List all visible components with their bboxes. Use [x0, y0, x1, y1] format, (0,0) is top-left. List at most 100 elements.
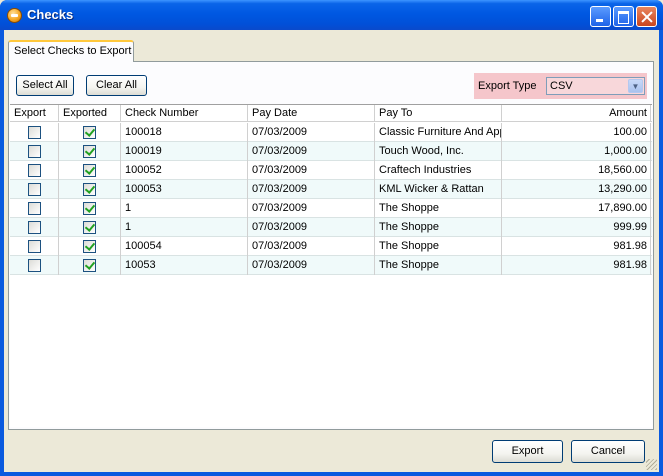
exported-cell — [59, 256, 121, 275]
table-row[interactable]: 1 07/03/2009 The Shoppe 17,890.00 — [10, 199, 652, 218]
check-number-cell[interactable]: 1 — [121, 199, 248, 218]
minimize-button[interactable] — [590, 6, 611, 27]
pay-to-cell[interactable]: The Shoppe — [375, 218, 502, 237]
pay-to-cell[interactable]: The Shoppe — [375, 199, 502, 218]
exported-checkbox[interactable] — [83, 259, 96, 272]
table-row[interactable]: 100053 07/03/2009 KML Wicker & Rattan 13,29… — [10, 180, 652, 199]
export-cell — [10, 180, 59, 199]
title-bar[interactable]: Checks — [0, 0, 663, 30]
exported-cell — [59, 123, 121, 142]
pay-date-cell[interactable]: 07/03/2009 — [248, 180, 375, 199]
amount-cell[interactable]: 999.99 — [502, 218, 651, 237]
checks-grid: Export Exported Check Number Pay Date Pa… — [10, 104, 652, 427]
pay-to-cell[interactable]: Touch Wood, Inc. — [375, 142, 502, 161]
grid-header: Export Exported Check Number Pay Date Pa… — [10, 105, 652, 122]
check-number-cell[interactable]: 100054 — [121, 237, 248, 256]
table-row[interactable]: 1 07/03/2009 The Shoppe 999.99 — [10, 218, 652, 237]
table-row[interactable]: 10053 07/03/2009 The Shoppe 981.98 — [10, 256, 652, 275]
pay-to-cell[interactable]: The Shoppe — [375, 237, 502, 256]
maximize-button[interactable] — [613, 6, 634, 27]
pay-date-cell[interactable]: 07/03/2009 — [248, 142, 375, 161]
exported-checkbox[interactable] — [83, 221, 96, 234]
check-number-cell[interactable]: 100019 — [121, 142, 248, 161]
pay-date-cell[interactable]: 07/03/2009 — [248, 123, 375, 142]
dialog-body: Select Checks to Export Select All Clear… — [4, 30, 659, 472]
table-row[interactable]: 100018 07/03/2009 Classic Furniture And Ap… — [10, 123, 652, 142]
export-cell — [10, 199, 59, 218]
export-checkbox[interactable] — [28, 164, 41, 177]
exported-checkbox[interactable] — [83, 240, 96, 253]
exported-cell — [59, 218, 121, 237]
export-type-select[interactable]: CSV ▼ — [546, 77, 645, 95]
check-number-cell[interactable]: 100052 — [121, 161, 248, 180]
pay-date-cell[interactable]: 07/03/2009 — [248, 218, 375, 237]
export-cell — [10, 123, 59, 142]
export-cell — [10, 142, 59, 161]
check-number-cell[interactable]: 100053 — [121, 180, 248, 199]
exported-checkbox[interactable] — [83, 202, 96, 215]
pay-to-cell[interactable]: KML Wicker & Rattan — [375, 180, 502, 199]
exported-cell — [59, 237, 121, 256]
export-type-group: Export Type CSV ▼ — [474, 73, 647, 99]
exported-cell — [59, 199, 121, 218]
check-number-cell[interactable]: 10053 — [121, 256, 248, 275]
pay-to-cell[interactable]: Craftech Industries — [375, 161, 502, 180]
amount-cell[interactable]: 981.98 — [502, 256, 651, 275]
export-checkbox[interactable] — [28, 240, 41, 253]
pay-to-cell[interactable]: The Shoppe — [375, 256, 502, 275]
amount-cell[interactable]: 17,890.00 — [502, 199, 651, 218]
exported-cell — [59, 161, 121, 180]
table-row[interactable]: 100052 07/03/2009 Craftech Industries 18,56… — [10, 161, 652, 180]
export-checkbox[interactable] — [28, 126, 41, 139]
export-checkbox[interactable] — [28, 202, 41, 215]
export-checkbox[interactable] — [28, 221, 41, 234]
export-checkbox[interactable] — [28, 145, 41, 158]
table-row[interactable]: 100019 07/03/2009 Touch Wood, Inc. 1,000.00 — [10, 142, 652, 161]
close-button[interactable] — [636, 6, 657, 27]
tab-select-checks[interactable]: Select Checks to Export — [8, 40, 134, 62]
column-header-pay-date[interactable]: Pay Date — [248, 105, 375, 122]
amount-cell[interactable]: 1,000.00 — [502, 142, 651, 161]
export-type-label: Export Type — [478, 80, 537, 92]
amount-cell[interactable]: 18,560.00 — [502, 161, 651, 180]
exported-checkbox[interactable] — [83, 126, 96, 139]
checks-window: Checks Select Checks to Export Select Al… — [0, 0, 663, 476]
tab-panel: Select All Clear All Export Type CSV ▼ E… — [8, 61, 654, 430]
tab-label: Select Checks to Export — [14, 45, 132, 57]
amount-cell[interactable]: 100.00 — [502, 123, 651, 142]
clear-all-button[interactable]: Clear All — [86, 75, 147, 96]
app-icon — [7, 8, 22, 23]
resize-grip[interactable] — [646, 459, 657, 470]
check-number-cell[interactable]: 100018 — [121, 123, 248, 142]
column-header-check-number[interactable]: Check Number — [121, 105, 248, 122]
pay-date-cell[interactable]: 07/03/2009 — [248, 237, 375, 256]
exported-checkbox[interactable] — [83, 145, 96, 158]
column-header-amount[interactable]: Amount — [502, 105, 651, 122]
pay-date-cell[interactable]: 07/03/2009 — [248, 161, 375, 180]
pay-to-cell[interactable]: Classic Furniture And App — [375, 123, 502, 142]
amount-cell[interactable]: 981.98 — [502, 237, 651, 256]
exported-checkbox[interactable] — [83, 183, 96, 196]
export-checkbox[interactable] — [28, 259, 41, 272]
table-row[interactable]: 100054 07/03/2009 The Shoppe 981.98 — [10, 237, 652, 256]
export-cell — [10, 237, 59, 256]
window-title: Checks — [27, 7, 74, 22]
export-cell — [10, 161, 59, 180]
select-all-button[interactable]: Select All — [16, 75, 74, 96]
column-header-exported[interactable]: Exported — [59, 105, 121, 122]
exported-checkbox[interactable] — [83, 164, 96, 177]
pay-date-cell[interactable]: 07/03/2009 — [248, 256, 375, 275]
export-cell — [10, 256, 59, 275]
pay-date-cell[interactable]: 07/03/2009 — [248, 199, 375, 218]
column-header-pay-to[interactable]: Pay To — [375, 105, 502, 122]
check-number-cell[interactable]: 1 — [121, 218, 248, 237]
export-checkbox[interactable] — [28, 183, 41, 196]
cancel-button[interactable]: Cancel — [571, 440, 645, 463]
exported-cell — [59, 180, 121, 199]
chevron-down-icon[interactable]: ▼ — [628, 79, 643, 93]
export-type-value: CSV — [550, 80, 573, 92]
amount-cell[interactable]: 13,290.00 — [502, 180, 651, 199]
export-button[interactable]: Export — [492, 440, 563, 463]
column-header-export[interactable]: Export — [10, 105, 59, 122]
export-cell — [10, 218, 59, 237]
